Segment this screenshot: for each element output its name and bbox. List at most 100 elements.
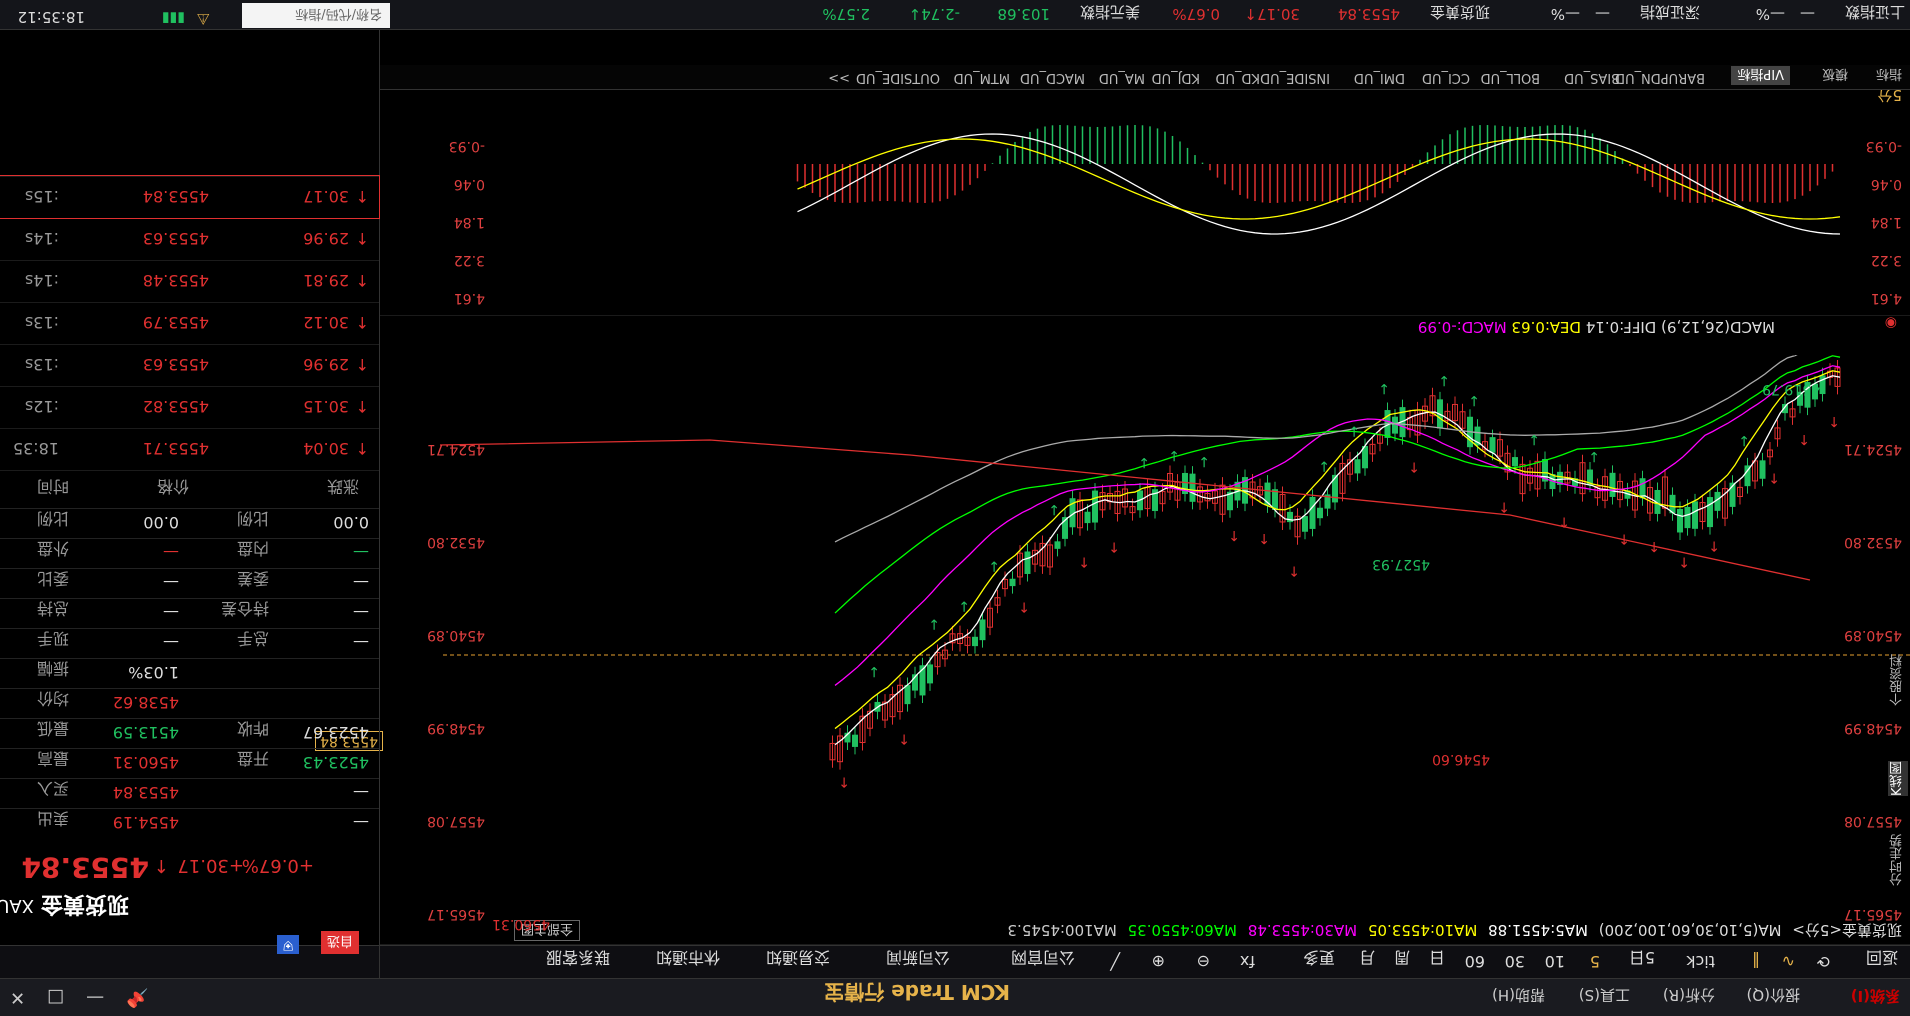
candle-body [1024, 551, 1031, 574]
pin-icon[interactable]: 📌 [126, 987, 148, 1008]
zoom-in-icon[interactable]: ⊕ [1152, 952, 1165, 971]
ytick-right-2: 4548.99 [427, 720, 485, 736]
status-item: 4553.84 [1337, 5, 1400, 23]
menu-quote[interactable]: 报价(Q) [1746, 985, 1800, 1006]
menu-tools[interactable]: 工具(S) [1579, 985, 1630, 1006]
tab-3[interactable]: BARUPDN_UD [1615, 70, 1705, 85]
market-closure-button[interactable]: 休市通知 [656, 947, 720, 971]
maximize-button[interactable]: □ [47, 987, 64, 1008]
draw-icon[interactable]: ╱ [1110, 952, 1120, 971]
ytick-left-4: 4532.80 [1844, 534, 1902, 550]
quote-label: 总持 [36, 599, 69, 618]
indicator-settings-icon[interactable]: ◉ [1885, 315, 1897, 331]
quote-row: 最低 4513.59 昨收 4523.67 [0, 718, 379, 748]
quote-val: 0.00 [143, 513, 179, 532]
mid-low-label: 4546.60 [1432, 751, 1490, 767]
tick-c: 30.04 [303, 439, 349, 458]
period-5day[interactable]: 5日 [1629, 947, 1655, 971]
minimize-button[interactable]: — [86, 987, 104, 1008]
quote-name: 现货黄金 [40, 891, 129, 916]
quote-row: 总持 — 持仓差 — [0, 598, 379, 628]
side-tab-profile[interactable]: 个股资料 [1888, 654, 1908, 706]
warning-icon[interactable]: ⚠ [197, 10, 210, 28]
tab-13[interactable]: MTM_UD [954, 70, 1010, 85]
tab-10[interactable]: KDJ_UD [1152, 70, 1200, 85]
tick-header-cell: 时间 [36, 477, 69, 496]
signal-arrow-icon: ↓ [928, 616, 940, 632]
back-button[interactable]: 返回 [1866, 947, 1898, 971]
kline-chart[interactable]: 现货黄金<5分> MA(5,10,30,60,100,200) MA5:4551… [380, 355, 1910, 945]
signal-arrow-icon: ↓ [868, 663, 880, 679]
self-select-button[interactable]: 自选 [320, 931, 359, 954]
ytick-left-2: 4548.99 [1844, 720, 1902, 736]
period-10min[interactable]: 10 [1545, 952, 1565, 971]
signal-arrow-icon: ↑ [1258, 530, 1270, 546]
side-tab-timeshare[interactable]: 分时走势 [1888, 834, 1908, 886]
menu-system[interactable]: 系统(I) [1851, 986, 1900, 1007]
company-site-button[interactable]: 公司官网 [1011, 947, 1075, 971]
tick-t: :13s [24, 355, 59, 374]
quote-row: 委比 — 委差 — [0, 568, 379, 598]
menu-help[interactable]: 帮助(H) [1492, 985, 1545, 1006]
tick-t: :14s [24, 271, 59, 290]
quote-val: 4513.59 [112, 723, 179, 742]
side-tab-kline[interactable]: K线图 [1888, 761, 1908, 796]
quote-row: 振幅 1.03% [0, 658, 379, 688]
period-tick[interactable]: tick [1686, 952, 1715, 971]
candle-body [979, 619, 986, 641]
signal-arrow-icon: ↓ [1138, 454, 1150, 470]
tab-9[interactable]: KD_UD [1215, 70, 1260, 85]
kline-svg: ↑ ↑ ↑ ↓ ↑ ↑ ↑ ↑ ↓ ↑ ↓ ↑ ↓ ↓ ↑ ↓ ↓ ↓ ↑ ↑ ↑ ↓ ↓ ↓ ↑ ↑ ↓ ↑ ↓ ↓ ↓ ↑ ↓ ↑ 4519.7… [380, 355, 1910, 945]
tick-row: :12s 4553.82 30.15 ↑ [0, 386, 379, 428]
tab-0[interactable]: 指标 [1876, 66, 1902, 85]
zoom-out-icon[interactable]: ⊖ [1197, 952, 1210, 971]
tab-5[interactable]: BOLL_UD [1481, 70, 1540, 85]
quote-val2: — [353, 603, 369, 622]
period-day[interactable]: 日 [1429, 947, 1445, 971]
chart-icon[interactable]: ∿ [1782, 952, 1795, 971]
quote-label: 振幅 [36, 659, 69, 678]
high-price-label: 4519.79 [1762, 381, 1820, 397]
tab-6[interactable]: CCI_UD [1422, 70, 1470, 85]
quote-val: — [163, 633, 179, 652]
period-5min[interactable]: 5 [1590, 952, 1600, 971]
tab-15[interactable]: >> [828, 70, 850, 85]
search-input[interactable]: 名称/代码/指标 [242, 3, 390, 28]
trade-notice-button[interactable]: 交易通知 [766, 947, 830, 971]
tab-7[interactable]: DMI_UD [1354, 70, 1405, 85]
period-month[interactable]: 月 [1359, 947, 1375, 971]
signal-arrow-icon: ↑ [1078, 553, 1090, 569]
customer-service-button[interactable]: 联系客服 [546, 947, 610, 971]
signal-arrow-icon: ↓ [958, 597, 970, 613]
dea-line [797, 138, 1841, 220]
refresh-icon[interactable]: ⟳ [1817, 952, 1830, 971]
tick-t: :12s [24, 397, 59, 416]
more-button[interactable]: 更多 [1303, 947, 1335, 971]
close-button[interactable]: ✕ [10, 987, 25, 1008]
tab-11[interactable]: MA_UD [1099, 70, 1145, 85]
company-news-button[interactable]: 公司新闻 [886, 947, 950, 971]
tab-8[interactable]: INSIDE_UD [1260, 70, 1330, 85]
bar-icon[interactable]: ‖ [1752, 952, 1760, 971]
signal-icon: ▮▮▮ [161, 10, 185, 26]
quote-label2: 总手 [236, 629, 269, 648]
period-30min[interactable]: 30 [1505, 952, 1525, 971]
tab-12[interactable]: MACD_UD [1020, 70, 1085, 85]
tab-1[interactable]: 模板 [1822, 66, 1848, 85]
tick-t: :14s [24, 229, 59, 248]
fx-button[interactable]: fx [1240, 952, 1255, 971]
status-item: 上证指数 [1844, 3, 1905, 21]
tab-4[interactable]: BIAS_UD [1564, 70, 1620, 85]
period-week[interactable]: 周 [1394, 947, 1410, 971]
price-arrow: ↑ [153, 855, 169, 876]
favorite-icon[interactable]: ⛨ [277, 935, 299, 954]
menu-analysis[interactable]: 分析(R) [1663, 985, 1715, 1006]
tick-row: :13s 4553.79 30.12 ↑ [0, 302, 379, 344]
tick-arrow-icon: ↑ [355, 355, 369, 374]
quote-val: 4553.84 [112, 783, 179, 802]
status-item: 30.17↑ [1244, 5, 1300, 23]
tab-14[interactable]: OUTSIDE_UD [856, 70, 940, 85]
period-60min[interactable]: 60 [1465, 952, 1485, 971]
ytick-left-5: 4524.71 [1844, 441, 1902, 457]
tab-2[interactable]: VIP指标 [1731, 66, 1790, 85]
